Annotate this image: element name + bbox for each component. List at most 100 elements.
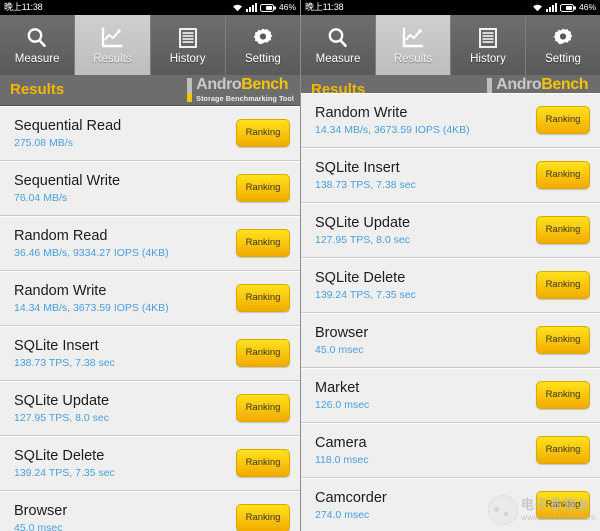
ranking-button-label: Ranking: [545, 334, 581, 345]
table-row[interactable]: SQLite Delete 139.24 TPS, 7.35 sec Ranki…: [0, 436, 300, 491]
benchmark-value: 127.95 TPS, 8.0 sec: [315, 233, 410, 246]
benchmark-value: 138.73 TPS, 7.38 sec: [315, 178, 416, 191]
table-row[interactable]: SQLite Insert 138.73 TPS, 7.38 sec Ranki…: [0, 326, 300, 381]
table-row[interactable]: Camcorder 274.0 msec Ranking: [301, 478, 600, 531]
ranking-button[interactable]: Ranking: [236, 339, 290, 367]
ranking-button-label: Ranking: [545, 224, 581, 235]
logo-bench: Bench: [541, 76, 589, 94]
benchmark-value: 139.24 TPS, 7.35 sec: [315, 288, 416, 301]
benchmark-value: 45.0 msec: [315, 343, 364, 356]
tab-history[interactable]: History: [450, 15, 525, 75]
benchmark-name: Sequential Read: [14, 117, 122, 134]
ranking-button-label: Ranking: [245, 512, 281, 523]
wifi-icon: [233, 4, 242, 12]
ranking-button[interactable]: Ranking: [236, 119, 290, 147]
tab-setting[interactable]: Setting: [525, 15, 600, 75]
benchmark-value: 275.08 MB/s: [14, 136, 73, 149]
ranking-button[interactable]: Ranking: [536, 326, 590, 354]
table-row[interactable]: Browser 45.0 msec Ranking: [301, 313, 600, 368]
ranking-button[interactable]: Ranking: [236, 284, 290, 312]
benchmark-value: 127.95 TPS, 8.0 sec: [14, 411, 109, 424]
tab-bar: Measure Results History Setting: [0, 15, 300, 75]
signal-icon: [245, 3, 257, 12]
table-row[interactable]: Random Write 14.34 MB/s, 3673.59 IOPS (4…: [0, 271, 300, 326]
table-row[interactable]: Sequential Read 275.08 MB/s Ranking: [0, 106, 300, 161]
battery-percent: 46%: [278, 2, 296, 13]
table-row[interactable]: SQLite Update 127.95 TPS, 8.0 sec Rankin…: [0, 381, 300, 436]
tab-results[interactable]: Results: [74, 15, 150, 75]
tab-measure[interactable]: Measure: [301, 15, 375, 75]
ranking-button[interactable]: Ranking: [536, 491, 590, 519]
ranking-button-label: Ranking: [245, 127, 281, 138]
ranking-button[interactable]: Ranking: [536, 106, 590, 134]
tab-results[interactable]: Results: [375, 15, 450, 75]
ranking-button[interactable]: Ranking: [236, 174, 290, 202]
table-row[interactable]: Camera 118.0 msec Ranking: [301, 423, 600, 478]
ranking-button[interactable]: Ranking: [236, 449, 290, 477]
table-row[interactable]: SQLite Insert 138.73 TPS, 7.38 sec Ranki…: [301, 148, 600, 203]
tab-setting-label: Setting: [545, 53, 581, 65]
row-text: Sequential Write 76.04 MB/s: [14, 173, 120, 204]
left-results-list[interactable]: Sequential Read 275.08 MB/s Ranking Sequ…: [0, 106, 300, 531]
right-results-list[interactable]: Random Write 14.34 MB/s, 3673.59 IOPS (4…: [301, 93, 600, 531]
magnifier-icon: [326, 25, 350, 51]
benchmark-name: SQLite Update: [14, 392, 110, 409]
ranking-button-label: Ranking: [545, 389, 581, 400]
table-row[interactable]: Random Write 14.34 MB/s, 3673.59 IOPS (4…: [301, 93, 600, 148]
tab-setting[interactable]: Setting: [224, 15, 300, 75]
status-bar-clock: 晚上11:38: [4, 2, 43, 12]
chart-icon: [401, 25, 425, 51]
tab-measure[interactable]: Measure: [0, 15, 74, 75]
row-text: Browser 45.0 msec: [14, 503, 67, 531]
row-text: SQLite Delete 139.24 TPS, 7.35 sec: [315, 270, 416, 301]
table-row[interactable]: Browser 45.0 msec Ranking: [0, 491, 300, 531]
page-title: Results: [10, 81, 65, 98]
ranking-button-label: Ranking: [245, 457, 281, 468]
ranking-button[interactable]: Ranking: [536, 271, 590, 299]
benchmark-value: 126.0 msec: [315, 398, 370, 411]
ranking-button-label: Ranking: [545, 169, 581, 180]
ranking-button-label: Ranking: [545, 279, 581, 290]
benchmark-name: Browser: [315, 324, 369, 341]
ranking-button-label: Ranking: [545, 114, 581, 125]
page-header: Results AndroBench Storage Benchmarking …: [0, 75, 300, 106]
row-text: SQLite Insert 138.73 TPS, 7.38 sec: [315, 160, 416, 191]
battery-icon: [559, 3, 576, 12]
logo-tagline: Storage Benchmarking Tool: [196, 94, 294, 104]
row-text: SQLite Update 127.95 TPS, 8.0 sec: [315, 215, 410, 246]
logo-bench: Bench: [241, 76, 289, 94]
status-bar-icons: 46%: [532, 3, 596, 12]
table-row[interactable]: Sequential Write 76.04 MB/s Ranking: [0, 161, 300, 216]
benchmark-name: SQLite Delete: [315, 269, 406, 286]
table-row[interactable]: SQLite Update 127.95 TPS, 8.0 sec Rankin…: [301, 203, 600, 258]
tab-bar: Measure Results History Setting: [301, 15, 600, 75]
ranking-button[interactable]: Ranking: [536, 161, 590, 189]
table-row[interactable]: Random Read 36.46 MB/s, 9334.27 IOPS (4K…: [0, 216, 300, 271]
benchmark-value: 14.34 MB/s, 3673.59 IOPS (4KB): [14, 301, 169, 314]
left-phone-screen: 晚上11:38 46% Measure Results History Sett…: [0, 0, 300, 531]
status-bar: 晚上11:38 46%: [0, 0, 300, 15]
benchmark-name: SQLite Update: [315, 214, 411, 231]
row-text: Random Read 36.46 MB/s, 9334.27 IOPS (4K…: [14, 228, 169, 259]
dual-screenshot: 晚上11:38 46% Measure Results History Sett…: [0, 0, 600, 531]
tab-history[interactable]: History: [149, 15, 225, 75]
ranking-button[interactable]: Ranking: [236, 504, 290, 531]
benchmark-name: Market: [315, 379, 360, 396]
ranking-button[interactable]: Ranking: [236, 394, 290, 422]
gear-icon: [251, 25, 275, 51]
benchmark-value: 274.0 msec: [315, 508, 370, 521]
benchmark-name: Sequential Write: [14, 172, 121, 189]
logo-wordmark: AndroBench: [496, 77, 594, 93]
row-text: Camcorder 274.0 msec: [315, 490, 387, 521]
ranking-button[interactable]: Ranking: [536, 216, 590, 244]
ranking-button[interactable]: Ranking: [536, 436, 590, 464]
androbench-logo: AndroBench Storage Benchmarking Tool: [187, 76, 294, 104]
table-row[interactable]: Market 126.0 msec Ranking: [301, 368, 600, 423]
row-text: SQLite Update 127.95 TPS, 8.0 sec: [14, 393, 109, 424]
table-row[interactable]: SQLite Delete 139.24 TPS, 7.35 sec Ranki…: [301, 258, 600, 313]
benchmark-name: Camcorder: [315, 489, 387, 506]
ranking-button[interactable]: Ranking: [536, 381, 590, 409]
benchmark-value: 14.34 MB/s, 3673.59 IOPS (4KB): [315, 123, 470, 136]
benchmark-name: Random Read: [14, 227, 108, 244]
ranking-button[interactable]: Ranking: [236, 229, 290, 257]
